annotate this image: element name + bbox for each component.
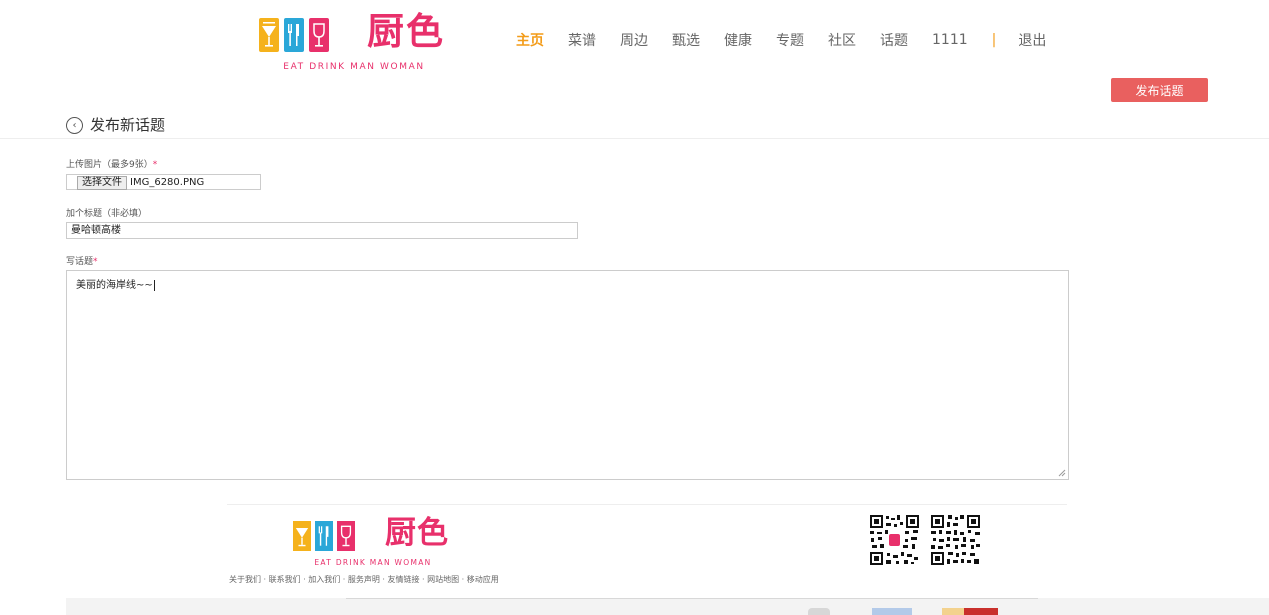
nav-item-nearby[interactable]: 周边 (620, 30, 648, 50)
nav-item-home[interactable]: 主页 (516, 30, 544, 50)
nav-item-health[interactable]: 健康 (724, 30, 752, 50)
nav-separator: | (991, 32, 997, 48)
nav-item-recipes[interactable]: 菜谱 (568, 30, 596, 50)
footer-links[interactable]: 关于我们 · 联系我们 · 加入我们 · 服务声明 · 友情链接 · 网站地图 … (229, 574, 499, 585)
qr-code-icon (930, 514, 981, 566)
footer-bottom-band (66, 598, 1269, 615)
qr-code-icon (869, 514, 920, 566)
footer-tagline: EAT DRINK MAN WOMAN (314, 558, 432, 567)
topic-body-textarea[interactable]: 美丽的海岸线~~ (66, 270, 1069, 480)
footer-divider (227, 504, 1067, 505)
resize-grip-icon[interactable] (1058, 469, 1066, 477)
brand-tagline: EAT DRINK MAN WOMAN (283, 62, 425, 72)
topic-body-text: 美丽的海岸线~~ (76, 280, 153, 291)
nav-username[interactable]: 1111 (932, 32, 968, 48)
nav-item-topics[interactable]: 话题 (880, 30, 908, 50)
wine-glass-icon (337, 521, 355, 551)
fork-knife-icon (315, 521, 333, 551)
file-name: IMG_6280.PNG (130, 177, 205, 188)
trust-badge-icon (872, 608, 912, 615)
credit-badge-icon (942, 608, 964, 615)
brand-name: 厨色 (367, 10, 445, 53)
certification-badge-icon (964, 608, 998, 615)
upload-label: 上传图片（最多9张）* (66, 160, 158, 170)
fork-knife-icon (284, 18, 304, 52)
police-badge-icon (808, 608, 830, 615)
nav-logout[interactable]: 退出 (1018, 30, 1046, 50)
site-logo[interactable]: 厨色 EAT DRINK MAN WOMAN (259, 12, 449, 72)
cocktail-icon (259, 18, 279, 52)
publish-topic-button[interactable]: 发布话题 (1111, 78, 1208, 102)
choose-file-button[interactable]: 选择文件 (77, 176, 127, 190)
header-divider (0, 138, 1269, 139)
chevron-left-circle-icon[interactable]: ‹ (66, 117, 83, 134)
title-input[interactable]: 曼哈顿高楼 (66, 222, 578, 239)
page-title: 发布新话题 (90, 116, 166, 134)
nav-item-topics-special[interactable]: 专题 (776, 30, 804, 50)
nav-item-selection[interactable]: 甄选 (672, 30, 700, 50)
title-label: 加个标题（非必填） (66, 209, 148, 219)
footer-brand-name: 厨色 (385, 515, 449, 551)
footer-bottom-divider (346, 598, 1038, 599)
body-label: 写话题* (66, 257, 98, 267)
file-upload-field[interactable]: IMG_6280.PNG 选择文件 (66, 174, 261, 190)
nav-item-community[interactable]: 社区 (828, 30, 856, 50)
wine-glass-icon (309, 18, 329, 52)
text-caret (153, 279, 155, 291)
cocktail-icon (293, 521, 311, 551)
footer-logo[interactable]: 厨色 EAT DRINK MAN WOMAN (293, 516, 453, 567)
main-nav: 主页 菜谱 周边 甄选 健康 专题 社区 话题 1111 | 退出 (516, 30, 1070, 50)
